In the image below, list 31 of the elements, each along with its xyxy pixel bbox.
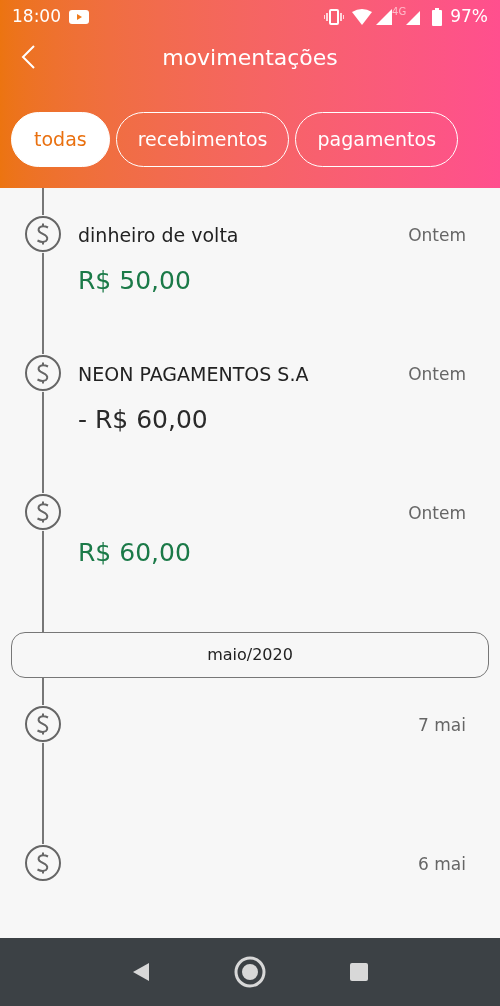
dollar-circle-icon xyxy=(24,493,62,531)
back-button[interactable] xyxy=(20,44,36,70)
home-nav-button[interactable] xyxy=(234,956,266,988)
transaction-name: NEON PAGAMENTOS S.A xyxy=(78,362,310,387)
video-app-icon xyxy=(69,10,89,24)
vibrate-icon xyxy=(324,9,345,25)
dollar-circle-icon xyxy=(24,215,62,253)
transaction-date: Ontem xyxy=(408,363,466,386)
wifi-icon xyxy=(352,9,373,25)
transaction-amount: R$ 60,00 xyxy=(78,537,192,569)
transaction-name: dinheiro de volta xyxy=(78,223,240,248)
month-divider: maio/2020 xyxy=(11,632,489,678)
battery-icon xyxy=(432,8,443,26)
transaction-date: 7 mai xyxy=(418,714,466,737)
status-time: 18:00 xyxy=(12,5,61,29)
transaction-date: 6 mai xyxy=(418,853,466,876)
battery-level: 97% xyxy=(450,5,488,29)
recents-nav-button[interactable] xyxy=(348,962,369,982)
filter-tab[interactable]: todas xyxy=(11,112,110,167)
dollar-circle-icon xyxy=(24,844,62,882)
transaction-amount: - R$ 60,00 xyxy=(78,403,209,436)
dollar-circle-icon xyxy=(24,354,62,392)
back-nav-button[interactable] xyxy=(131,962,152,982)
page-title: movimentações xyxy=(162,43,338,72)
transaction-date: Ontem xyxy=(408,224,466,247)
network-type: 4G xyxy=(392,5,407,19)
dollar-circle-icon xyxy=(24,705,62,743)
signal-icon xyxy=(406,9,421,25)
transaction-amount: R$ 50,00 xyxy=(78,264,192,297)
transaction-date: Ontem xyxy=(408,502,466,525)
signal-icon xyxy=(376,9,393,25)
